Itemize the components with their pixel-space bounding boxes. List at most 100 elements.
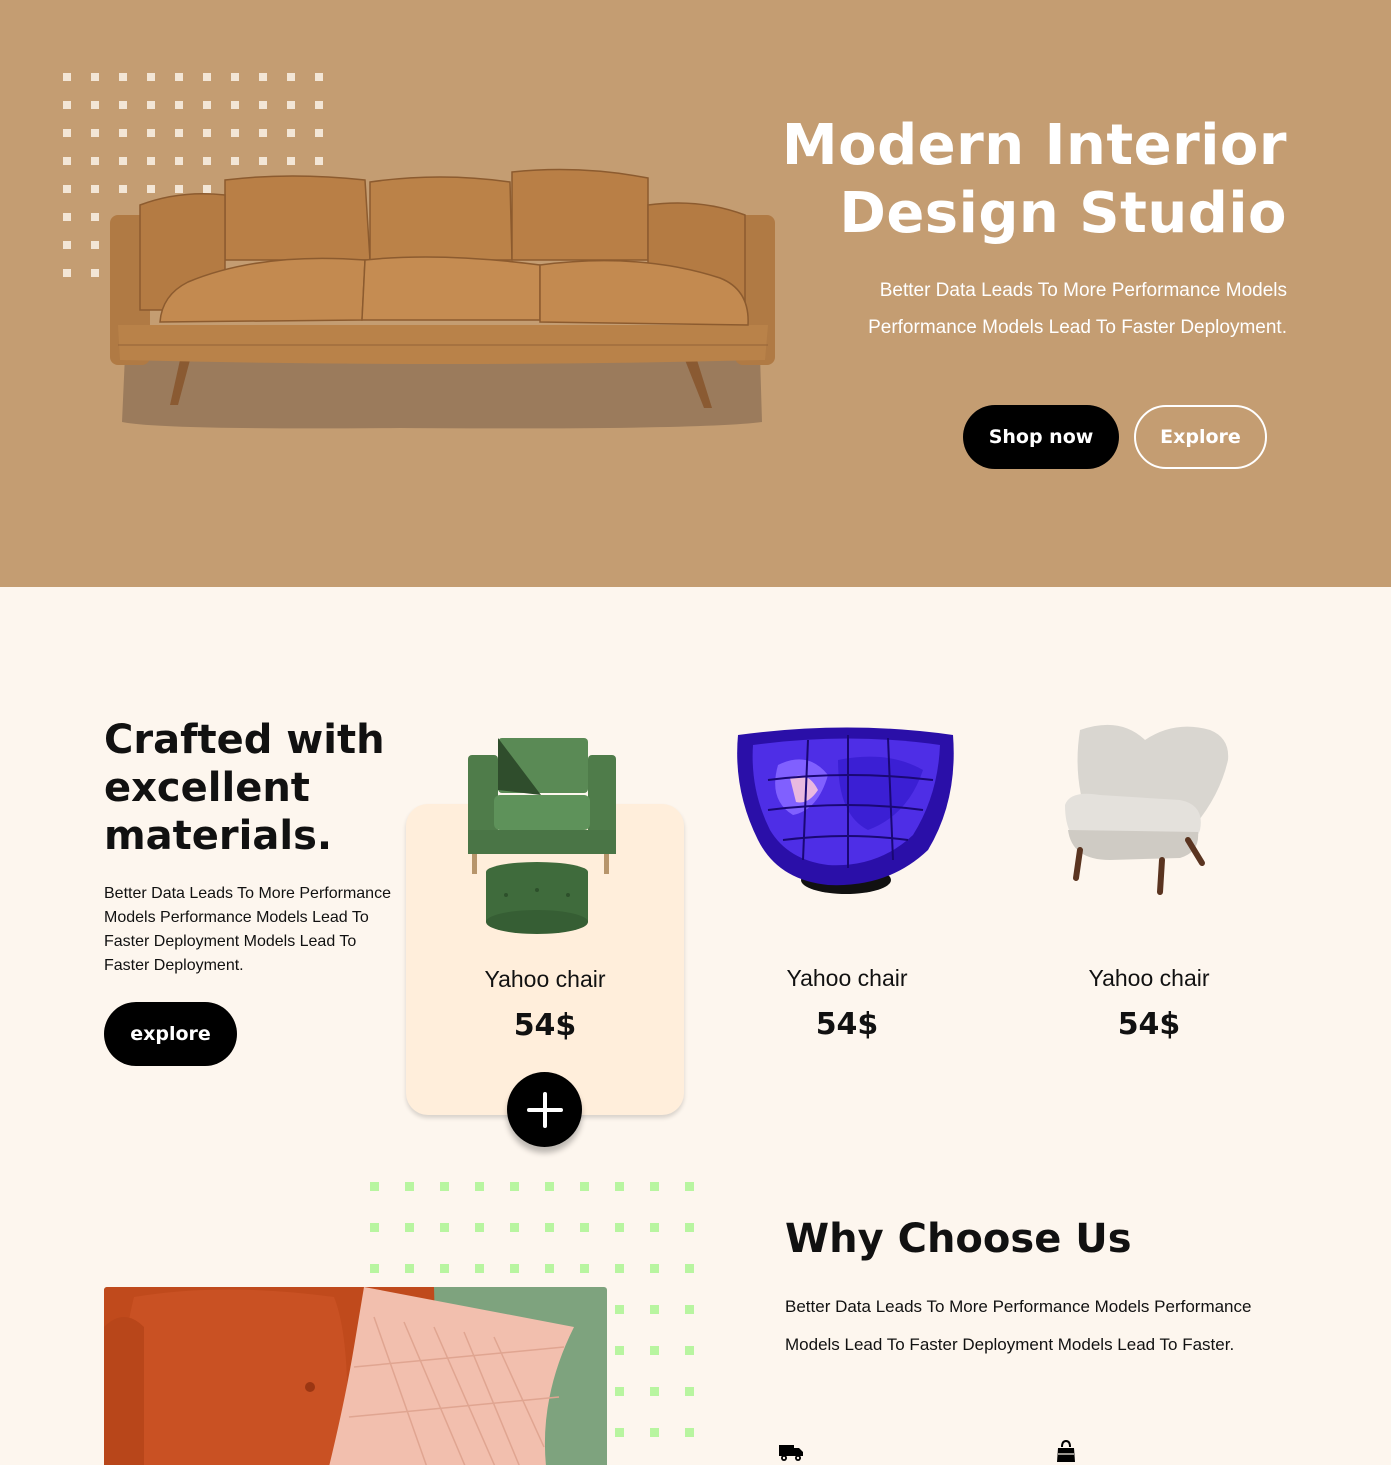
decorative-dot — [650, 1305, 659, 1314]
decorative-dot — [119, 129, 127, 137]
decorative-dot — [475, 1223, 484, 1232]
crafted-explore-button[interactable]: explore — [104, 1002, 237, 1066]
decorative-dot — [63, 157, 71, 165]
green-armchair-image — [468, 738, 616, 934]
decorative-dot — [203, 129, 211, 137]
decorative-dot — [650, 1264, 659, 1273]
decorative-dot — [615, 1346, 624, 1355]
decorative-dot — [615, 1182, 624, 1191]
decorative-dot — [119, 73, 127, 81]
decorative-dot — [315, 73, 323, 81]
decorative-dot — [405, 1223, 414, 1232]
product-card-1[interactable]: Yahoo chair 54$ — [406, 720, 684, 1050]
decorative-dot — [685, 1346, 694, 1355]
decorative-dot — [370, 1264, 379, 1273]
sofa-cushion-photo — [104, 1287, 607, 1465]
decorative-dot — [91, 157, 99, 165]
hero-section: Modern Interior Design Studio Better Dat… — [0, 0, 1391, 587]
explore-button[interactable]: Explore — [1134, 405, 1267, 469]
decorative-dot — [545, 1264, 554, 1273]
decorative-dot — [615, 1387, 624, 1396]
decorative-dot — [63, 73, 71, 81]
decorative-dot — [287, 73, 295, 81]
decorative-dot — [580, 1182, 589, 1191]
decorative-dot — [650, 1428, 659, 1437]
decorative-dot — [370, 1223, 379, 1232]
decorative-dot — [650, 1223, 659, 1232]
shopping-bag-icon — [1057, 1439, 1075, 1462]
decorative-dot — [650, 1182, 659, 1191]
purple-bubble-chair-image — [737, 727, 954, 894]
decorative-dot — [685, 1387, 694, 1396]
decorative-dot — [440, 1223, 449, 1232]
decorative-dot — [259, 101, 267, 109]
sofa-image — [110, 168, 775, 429]
product-price: 54$ — [1117, 1007, 1181, 1042]
why-choose-us-title: Why Choose Us — [785, 1216, 1132, 1262]
decorative-dot — [580, 1223, 589, 1232]
add-to-cart-button[interactable] — [507, 1072, 582, 1147]
decorative-dot — [287, 101, 295, 109]
decorative-dot — [147, 73, 155, 81]
decorative-dot — [615, 1264, 624, 1273]
decorative-dot — [91, 129, 99, 137]
decorative-dot — [203, 73, 211, 81]
product-name: Yahoo chair — [484, 966, 606, 992]
product-name: Yahoo chair — [786, 965, 908, 991]
decorative-dot — [545, 1182, 554, 1191]
decorative-dot — [615, 1305, 624, 1314]
decorative-dot — [315, 129, 323, 137]
decorative-dot — [287, 129, 295, 137]
decorative-dot — [475, 1182, 484, 1191]
decorative-dot — [580, 1264, 589, 1273]
decorative-dot — [231, 73, 239, 81]
decorative-dot — [231, 129, 239, 137]
decorative-dot — [650, 1346, 659, 1355]
decorative-dot — [510, 1264, 519, 1273]
decorative-dot — [147, 101, 155, 109]
decorative-dot — [685, 1428, 694, 1437]
cushion-image — [104, 1287, 607, 1465]
why-choose-us-description: Better Data Leads To More Performance Mo… — [785, 1297, 1252, 1354]
decorative-dot — [91, 73, 99, 81]
decorative-dot — [259, 129, 267, 137]
decorative-dot — [91, 185, 99, 193]
hero-description: Better Data Leads To More Performance Mo… — [868, 280, 1287, 338]
product-name: Yahoo chair — [1088, 965, 1210, 991]
product-price: 54$ — [815, 1007, 879, 1042]
decorative-dot — [370, 1182, 379, 1191]
product-price: 54$ — [513, 1008, 577, 1043]
truck-icon — [779, 1445, 803, 1461]
hero-title: Modern Interior Design Studio — [727, 112, 1287, 248]
decorative-dot — [63, 185, 71, 193]
decorative-dot — [440, 1182, 449, 1191]
decorative-dot — [91, 213, 99, 221]
decorative-dot — [475, 1264, 484, 1273]
decorative-dot — [259, 73, 267, 81]
decorative-dot — [615, 1428, 624, 1437]
decorative-dot — [510, 1223, 519, 1232]
decorative-dot — [91, 241, 99, 249]
decorative-dot — [63, 241, 71, 249]
product-card-2[interactable]: Yahoo chair 54$ — [708, 720, 986, 1050]
crafted-description: Better Data Leads To More Performance Mo… — [104, 885, 391, 974]
decorative-dot — [685, 1264, 694, 1273]
decorative-dot — [685, 1182, 694, 1191]
decorative-dot — [231, 101, 239, 109]
decorative-dot — [63, 129, 71, 137]
decorative-dot — [147, 129, 155, 137]
decorative-dot — [91, 101, 99, 109]
decorative-dot — [175, 129, 183, 137]
decorative-dot — [685, 1223, 694, 1232]
decorative-dot — [685, 1305, 694, 1314]
decorative-dot — [615, 1223, 624, 1232]
decorative-dot — [510, 1182, 519, 1191]
product-card-3[interactable]: Yahoo chair 54$ — [1010, 720, 1288, 1050]
hero-title-line-1: Modern Interior — [781, 113, 1287, 178]
decorative-dot — [405, 1182, 414, 1191]
white-armchair-image — [1065, 724, 1229, 895]
decorative-dot — [63, 269, 71, 277]
shop-now-button[interactable]: Shop now — [963, 405, 1119, 469]
decorative-dot — [175, 101, 183, 109]
decorative-dot — [63, 213, 71, 221]
